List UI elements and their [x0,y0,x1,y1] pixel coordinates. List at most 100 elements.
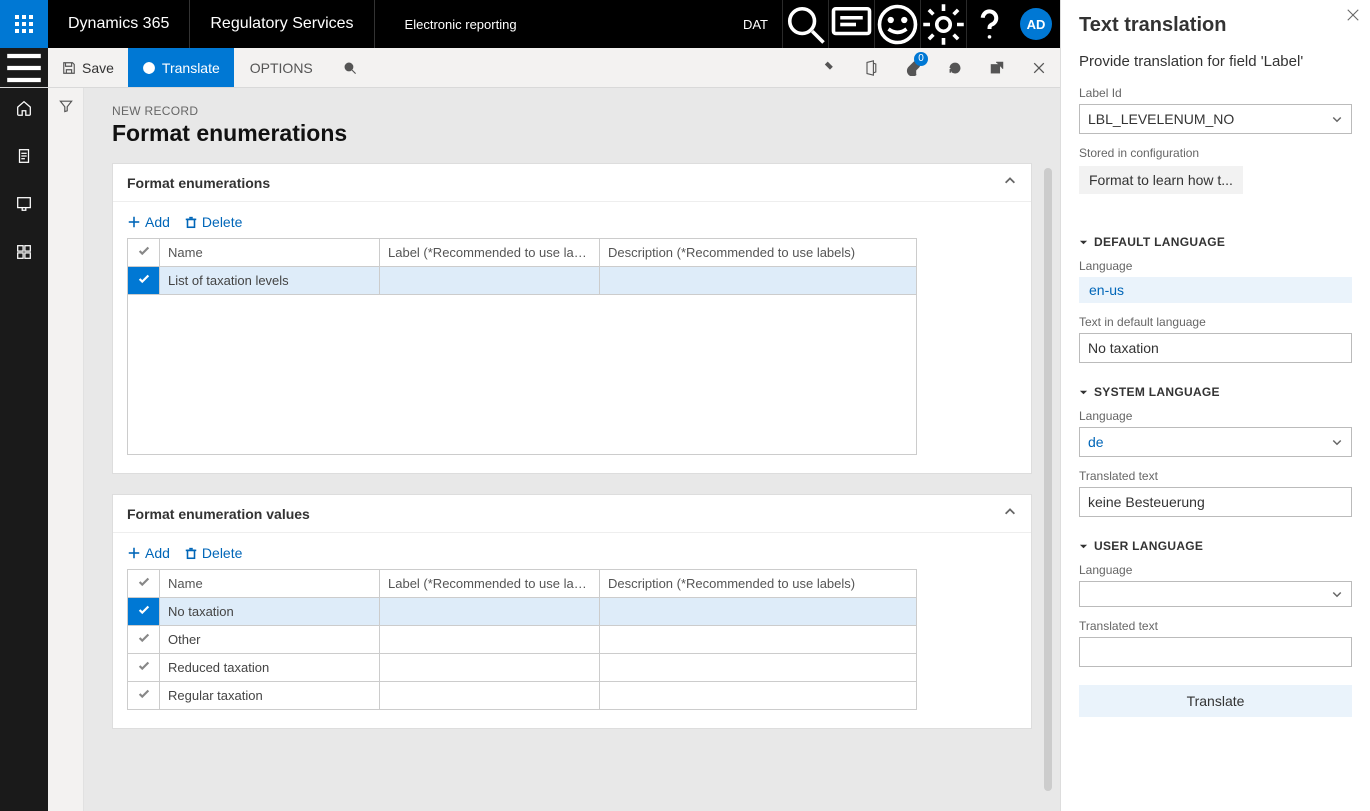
page-title: Format enumerations [112,120,1032,147]
check-icon [137,631,151,645]
cell-description[interactable] [600,654,917,682]
filter-pane-toggle[interactable] [48,88,84,811]
popout-icon [989,60,1005,76]
cell-description[interactable] [600,682,917,710]
row-select[interactable] [128,626,160,654]
chat-icon [829,2,874,47]
cell-name[interactable]: No taxation [160,598,380,626]
refresh-button[interactable] [934,48,976,88]
card1-col-label[interactable]: Label (*Recommended to use labels) [380,239,600,267]
card2-col-description[interactable]: Description (*Recommended to use labels) [600,570,917,598]
check-icon [137,244,151,258]
user-text-input[interactable] [1079,637,1352,667]
rail-recent[interactable] [0,142,48,170]
default-lang-section-header[interactable]: DEFAULT LANGUAGE [1079,235,1352,249]
card2-delete-button[interactable]: Delete [184,545,242,561]
search-icon [783,2,828,47]
label-id-combo[interactable]: LBL_LEVELENUM_NO [1079,104,1352,134]
messages-button[interactable] [828,0,874,48]
panel-subtitle: Provide translation for field 'Label' [1079,53,1352,70]
cell-label[interactable] [380,626,600,654]
user-language-combo[interactable] [1079,581,1352,607]
breadcrumb[interactable]: Electronic reporting [375,0,547,48]
system-text-input[interactable]: keine Besteuerung [1079,487,1352,517]
cell-label[interactable] [380,654,600,682]
link-button[interactable] [808,48,850,88]
card1-col-name[interactable]: Name [160,239,380,267]
panel-translate-button[interactable]: Translate [1079,685,1352,717]
attachments-button[interactable]: 0 [892,48,934,88]
row-select[interactable] [128,682,160,710]
gear-icon [921,2,966,47]
actionbar-search-button[interactable] [329,48,371,87]
row-select[interactable] [128,267,160,295]
translate-label: Translate [162,60,220,76]
label-id-label: Label Id [1079,86,1352,100]
table-row[interactable]: Reduced taxation [128,654,917,682]
card2-header[interactable]: Format enumeration values [113,495,1031,533]
save-button[interactable]: Save [48,48,128,87]
card1-title: Format enumerations [127,175,270,191]
cell-name[interactable]: Reduced taxation [160,654,380,682]
card1-header[interactable]: Format enumerations [113,164,1031,202]
card2-add-label: Add [145,545,170,561]
refresh-icon [947,60,963,76]
help-button[interactable] [966,0,1012,48]
cell-description[interactable] [600,626,917,654]
card2-col-name[interactable]: Name [160,570,380,598]
table-row[interactable]: List of taxation levels [128,267,917,295]
cell-label[interactable] [380,267,600,295]
module-icon [15,243,33,261]
rail-home[interactable] [0,94,48,122]
translate-button[interactable]: Translate [128,48,234,87]
system-language-combo[interactable]: de [1079,427,1352,457]
cell-name[interactable]: Other [160,626,380,654]
cell-name[interactable]: List of taxation levels [160,267,380,295]
table-row[interactable]: No taxation [128,598,917,626]
app-launcher-button[interactable] [0,0,48,48]
cell-name[interactable]: Regular taxation [160,682,380,710]
cell-description[interactable] [600,598,917,626]
card2-select-all[interactable] [128,570,160,598]
card2-add-button[interactable]: Add [127,545,170,561]
card2-col-label[interactable]: Label (*Recommended to use labels) [380,570,600,598]
search-button[interactable] [782,0,828,48]
row-select[interactable] [128,598,160,626]
legal-entity[interactable]: DAT [729,17,782,32]
nav-toggle-button[interactable] [0,48,48,87]
card1-add-button[interactable]: Add [127,214,170,230]
system-lang-section-header[interactable]: SYSTEM LANGUAGE [1079,385,1352,399]
card1-col-description[interactable]: Description (*Recommended to use labels) [600,239,917,267]
popout-button[interactable] [976,48,1018,88]
scrollbar[interactable] [1044,168,1052,791]
settings-button[interactable] [920,0,966,48]
card1-grid-whitespace [127,295,917,455]
office-button[interactable] [850,48,892,88]
plus-icon [127,215,141,229]
brand-label[interactable]: Dynamics 365 [48,0,190,48]
default-text-input[interactable]: No taxation [1079,333,1352,363]
default-language-label: Language [1079,259,1352,273]
cell-label[interactable] [380,682,600,710]
table-row[interactable]: Other [128,626,917,654]
cell-description[interactable] [600,267,917,295]
user-lang-section-header[interactable]: USER LANGUAGE [1079,539,1352,553]
options-button[interactable]: OPTIONS [234,48,329,87]
panel-close-button[interactable] [1346,8,1360,25]
table-row[interactable]: Regular taxation [128,682,917,710]
row-select[interactable] [128,654,160,682]
search-icon [343,61,357,75]
rail-modules[interactable] [0,238,48,266]
caret-down-icon [1079,542,1088,551]
service-label[interactable]: Regulatory Services [190,0,374,48]
feedback-button[interactable] [874,0,920,48]
cell-label[interactable] [380,598,600,626]
user-avatar[interactable]: AD [1020,8,1052,40]
close-button[interactable] [1018,48,1060,88]
card1-select-all[interactable] [128,239,160,267]
system-language-label: Language [1079,409,1352,423]
chevron-up-icon [1003,505,1017,519]
card1-delete-button[interactable]: Delete [184,214,242,230]
rail-workspaces[interactable] [0,190,48,218]
global-nav-bar: Dynamics 365 Regulatory Services Electro… [0,0,1060,48]
